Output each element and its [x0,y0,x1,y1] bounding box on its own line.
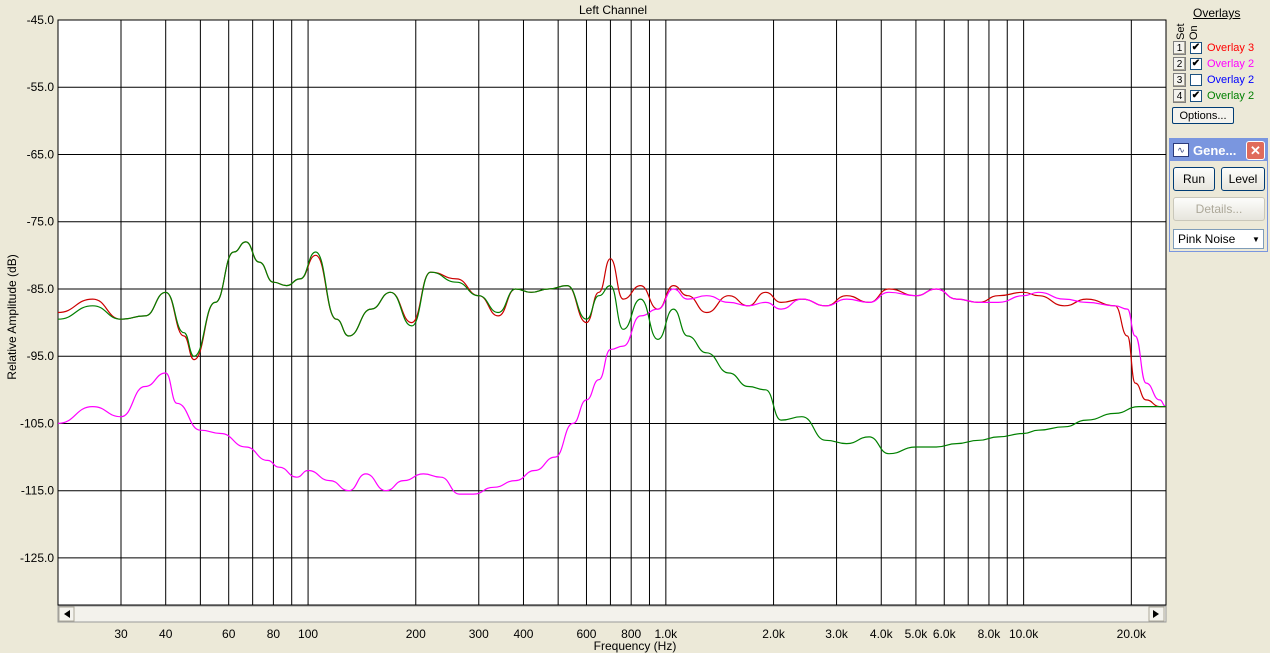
x-tick-label: 60 [222,627,236,641]
chevron-down-icon: ▼ [1252,234,1260,244]
overlay-row-2: 2 ✔ Overlay 2 [1173,57,1254,71]
x-tick-label: 4.0k [870,627,894,641]
y-tick-label: -55.0 [27,80,55,94]
x-tick-label: 30 [114,627,128,641]
x-tick-label: 400 [513,627,533,641]
overlays-title: Overlays [1193,6,1241,20]
y-tick-label: -85.0 [27,282,55,296]
overlay-4-label: Overlay 2 [1207,90,1255,102]
x-tick-label: 5.0k [905,627,929,641]
overlay-row-1: 1 ✔ Overlay 3 [1173,41,1254,55]
x-tick-label: 3.0k [825,627,849,641]
y-tick-label: -105.0 [20,416,54,430]
x-tick-label: 300 [469,627,489,641]
overlay-set-column-header: Set [1175,23,1187,40]
y-tick-label: -45.0 [27,13,55,27]
frequency-response-plot: Left Channel -45.0 -55.0 -65.0 -75.0 -85.0 -9… [0,0,1168,653]
generator-titlebar[interactable]: ∿ Gene... ✕ [1170,139,1267,161]
overlay-options-button[interactable]: Options... [1172,107,1234,124]
y-tick-label: -75.0 [27,215,55,229]
signal-type-value: Pink Noise [1178,232,1236,246]
overlay-set-1-button[interactable]: 1 [1173,41,1186,55]
overlay-on-column-header: On [1188,25,1200,40]
waveform-icon: ∿ [1173,143,1189,157]
overlay-1-label: Overlay 3 [1207,42,1255,54]
x-tick-label: 2.0k [762,627,786,641]
details-button[interactable]: Details... [1173,197,1265,221]
overlay-set-3-button[interactable]: 3 [1173,73,1186,87]
y-tick-label: -115.0 [21,484,54,498]
overlay-3-label: Overlay 2 [1207,74,1255,86]
overlay-2-label: Overlay 2 [1207,58,1255,70]
horizontal-scrollbar[interactable] [57,605,1167,623]
signal-type-select[interactable]: Pink Noise ▼ [1173,229,1264,249]
y-tick-label: -65.0 [27,147,55,161]
y-tick-label: -95.0 [27,349,55,363]
overlay-row-3: 3 Overlay 2 [1173,73,1254,87]
generator-window: ∿ Gene... ✕ Run Level Details... Pink No… [1169,138,1268,252]
y-axis-label: Relative Amplitude (dB) [5,254,19,379]
overlay-set-2-button[interactable]: 2 [1173,57,1186,71]
y-tick-label: -125.0 [20,551,54,565]
overlay-4-checkbox[interactable]: ✔ [1190,90,1202,102]
run-button[interactable]: Run [1173,167,1215,191]
x-tick-label: 20.0k [1117,627,1147,641]
x-axis-label: Frequency (Hz) [594,639,677,653]
overlay-1-checkbox[interactable]: ✔ [1190,42,1202,54]
overlay-row-4: 4 ✔ Overlay 2 [1173,89,1254,103]
overlay-2-checkbox[interactable]: ✔ [1190,58,1202,70]
plot-title: Left Channel [579,3,647,17]
x-tick-label: 8.0k [978,627,1002,641]
x-tick-label: 40 [159,627,173,641]
close-icon[interactable]: ✕ [1246,141,1265,160]
plot-area [57,19,1167,606]
x-tick-label: 6.0k [933,627,957,641]
level-button[interactable]: Level [1221,167,1265,191]
x-tick-label: 100 [298,627,318,641]
overlay-set-4-button[interactable]: 4 [1173,89,1186,103]
x-tick-label: 200 [406,627,426,641]
generator-title: Gene... [1193,142,1237,158]
x-tick-label: 80 [267,627,281,641]
x-tick-label: 10.0k [1009,627,1039,641]
overlay-3-checkbox[interactable] [1190,74,1202,86]
